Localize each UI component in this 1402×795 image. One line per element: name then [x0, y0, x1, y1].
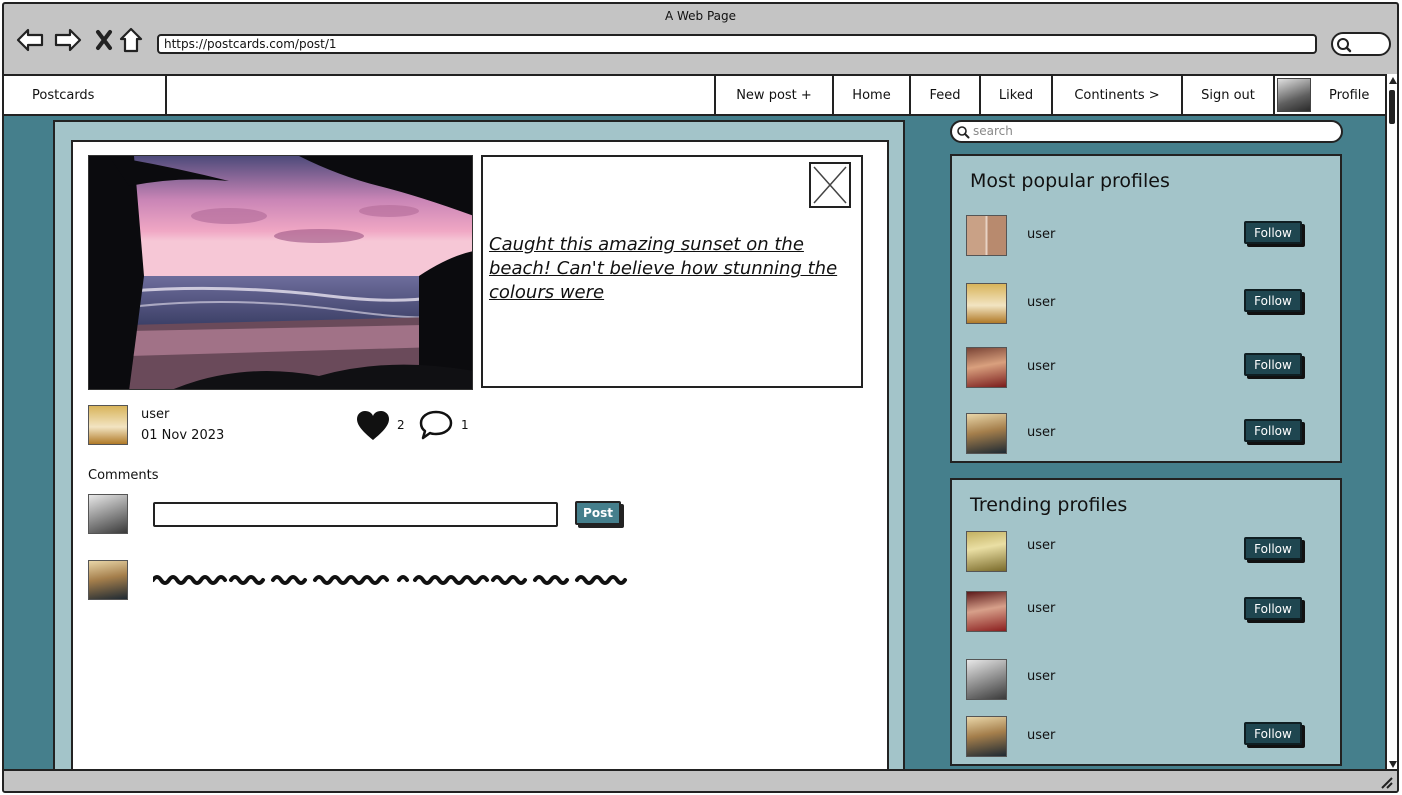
site-nav: Postcards New post + Home Feed Liked Con…: [4, 74, 1385, 116]
search-icon: [1337, 38, 1352, 53]
nav-liked[interactable]: Liked: [979, 76, 1051, 114]
nav-new-post[interactable]: New post +: [714, 76, 832, 114]
avatar: [1277, 78, 1311, 112]
nav-feed[interactable]: Feed: [909, 76, 979, 114]
search-icon: [957, 126, 970, 139]
nav-profile[interactable]: Profile: [1273, 76, 1385, 114]
follow-button[interactable]: Follow: [1244, 289, 1302, 312]
brand-link[interactable]: Postcards: [4, 76, 167, 114]
profile-name[interactable]: user: [1027, 669, 1055, 684]
home-icon[interactable]: [117, 26, 145, 54]
post-card: Caught this amazing sunset on the beach!…: [71, 140, 889, 780]
comment-input[interactable]: [153, 502, 558, 527]
profile-name[interactable]: user: [1027, 728, 1055, 743]
post-photo: [88, 155, 473, 390]
profile-name[interactable]: user: [1027, 538, 1055, 553]
search-input[interactable]: search: [950, 120, 1343, 143]
profile-row: user Follow: [966, 531, 1328, 573]
scroll-thumb[interactable]: [1389, 90, 1395, 124]
current-user-avatar: [88, 494, 128, 534]
follow-button[interactable]: Follow: [1244, 353, 1302, 376]
like-count: 2: [397, 418, 405, 432]
avatar[interactable]: [966, 531, 1007, 572]
follow-button[interactable]: Follow: [1244, 221, 1302, 244]
address-bar[interactable]: https://postcards.com/post/1: [157, 34, 1317, 54]
avatar[interactable]: [966, 215, 1007, 256]
forward-icon[interactable]: [54, 26, 82, 54]
post-panel: Caught this amazing sunset on the beach!…: [53, 120, 905, 780]
follow-button[interactable]: Follow: [1244, 597, 1302, 620]
status-bar: [4, 769, 1397, 791]
avatar[interactable]: [966, 283, 1007, 324]
avatar[interactable]: [966, 413, 1007, 454]
popular-profiles-title: Most popular profiles: [970, 170, 1170, 192]
avatar[interactable]: [966, 591, 1007, 632]
author-avatar[interactable]: [88, 405, 128, 445]
comment-text-placeholder: [151, 572, 628, 592]
follow-button[interactable]: Follow: [1244, 537, 1302, 560]
resize-grip-icon[interactable]: [1379, 775, 1393, 789]
profile-row: user: [966, 659, 1328, 701]
comment-count: 1: [461, 418, 469, 432]
comments-heading: Comments: [88, 468, 159, 483]
nav-sign-out[interactable]: Sign out: [1181, 76, 1273, 114]
stamp-placeholder: [809, 162, 851, 208]
profile-name[interactable]: user: [1027, 425, 1055, 440]
follow-button[interactable]: Follow: [1244, 722, 1302, 745]
page-content: Caught this amazing sunset on the beach!…: [4, 116, 1385, 780]
scroll-down-icon[interactable]: [1389, 761, 1397, 768]
profile-row: user Follow: [966, 215, 1328, 257]
profile-row: user Follow: [966, 591, 1328, 633]
profile-row: user Follow: [966, 347, 1328, 389]
vertical-scrollbar[interactable]: [1385, 74, 1397, 771]
scroll-up-icon[interactable]: [1389, 77, 1397, 84]
post-comment-button[interactable]: Post: [575, 501, 621, 525]
author-name[interactable]: user: [141, 407, 169, 422]
image-placeholder-icon: [813, 166, 847, 204]
heart-icon[interactable]: [356, 410, 390, 446]
stop-icon[interactable]: [90, 26, 118, 54]
nav-home[interactable]: Home: [832, 76, 909, 114]
search-placeholder: search: [973, 124, 1013, 138]
browser-search[interactable]: [1331, 32, 1391, 56]
back-icon[interactable]: [16, 26, 44, 54]
avatar[interactable]: [966, 659, 1007, 700]
avatar[interactable]: [966, 716, 1007, 757]
profile-row: user Follow: [966, 283, 1328, 325]
post-date: 01 Nov 2023: [141, 428, 225, 443]
postcard-back: Caught this amazing sunset on the beach!…: [481, 155, 863, 388]
profile-name[interactable]: user: [1027, 359, 1055, 374]
commenter-avatar[interactable]: [88, 560, 128, 600]
browser-window: A Web Page https://postcards.com/post/1 …: [2, 2, 1399, 793]
post-caption: Caught this amazing sunset on the beach!…: [489, 234, 838, 303]
trending-profiles-widget: Trending profiles user Follow user Follo…: [950, 478, 1342, 766]
profile-name[interactable]: user: [1027, 601, 1055, 616]
profile-row: user Follow: [966, 716, 1328, 758]
trending-profiles-title: Trending profiles: [970, 494, 1128, 516]
nav-profile-label: Profile: [1329, 87, 1370, 103]
popular-profiles-widget: Most popular profiles user Follow user F…: [950, 154, 1342, 463]
profile-name[interactable]: user: [1027, 295, 1055, 310]
window-title: A Web Page: [664, 9, 737, 23]
profile-name[interactable]: user: [1027, 227, 1055, 242]
profile-row: user Follow: [966, 413, 1328, 455]
avatar[interactable]: [966, 347, 1007, 388]
follow-button[interactable]: Follow: [1244, 419, 1302, 442]
comment-icon[interactable]: [418, 409, 454, 445]
nav-continents[interactable]: Continents >: [1051, 76, 1181, 114]
